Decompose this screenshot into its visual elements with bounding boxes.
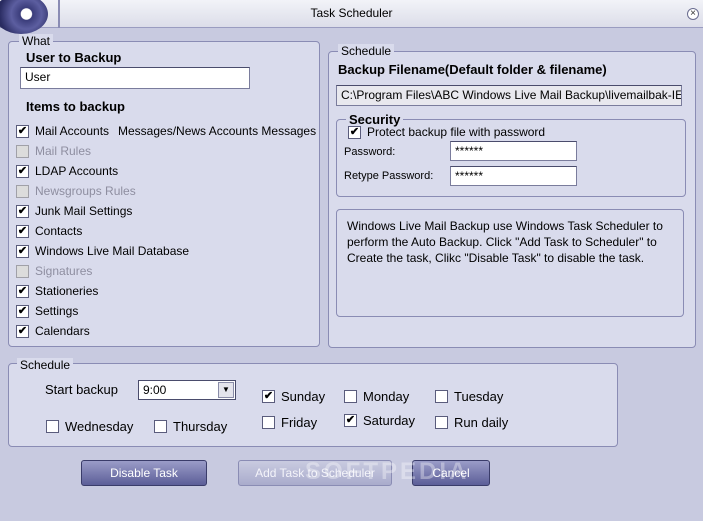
watermark: SOFTPEDIA [305, 458, 470, 485]
title-bar: Task Scheduler × [0, 0, 703, 34]
item-label: Signatures [35, 264, 93, 278]
item-checkbox[interactable]: ✔ [16, 205, 29, 218]
chevron-down-icon[interactable]: ▼ [218, 382, 234, 398]
schedule-legend: Schedule [338, 44, 395, 58]
start-time-select[interactable]: 9:00 ▼ [138, 380, 236, 400]
item-label: Settings [35, 304, 79, 318]
item-label: Stationeries [35, 284, 99, 298]
retype-input[interactable]: ****** [450, 166, 577, 186]
item-checkbox[interactable]: ✔ [16, 285, 29, 298]
day-checkbox[interactable] [435, 390, 448, 403]
start-time-value: 9:00 [143, 383, 167, 397]
window-title: Task Scheduler [310, 6, 393, 20]
item-checkbox [16, 265, 29, 278]
password-input[interactable]: ****** [450, 141, 577, 161]
item-checkbox[interactable]: ✔ [16, 305, 29, 318]
item-checkbox [16, 145, 29, 158]
item-checkbox[interactable]: ✔ [16, 225, 29, 238]
item-checkbox[interactable]: ✔ [16, 245, 29, 258]
day-label: Thursday [173, 419, 228, 434]
day-label: Friday [281, 415, 318, 430]
day-checkbox[interactable] [46, 420, 59, 433]
item-label: Calendars [35, 324, 90, 338]
item-label: Windows Live Mail Database [35, 244, 190, 258]
item-label: Mail Accounts [35, 124, 110, 138]
user-input[interactable]: User [20, 67, 250, 89]
day-checkbox[interactable]: ✔ [262, 390, 275, 403]
what-legend: What [19, 34, 54, 48]
filename-input[interactable]: C:\Program Files\ABC Windows Live Mail B… [336, 85, 682, 106]
disable-task-button[interactable]: Disable Task [81, 460, 207, 486]
close-icon[interactable]: × [687, 8, 699, 20]
items-label: Items to backup [26, 99, 125, 114]
day-label: Monday [363, 389, 410, 404]
info-text: Windows Live Mail Backup use Windows Tas… [336, 209, 684, 317]
item-checkbox[interactable]: ✔ [16, 165, 29, 178]
day-label: Tuesday [454, 389, 504, 404]
item-label: Newsgroups Rules [35, 184, 136, 198]
day-label: Saturday [363, 413, 416, 428]
day-checkbox[interactable] [154, 420, 167, 433]
item-checkbox [16, 185, 29, 198]
day-checkbox[interactable] [344, 390, 357, 403]
item-label: Junk Mail Settings [35, 204, 133, 218]
protect-checkbox[interactable]: ✔ [348, 126, 361, 139]
schedule-bottom-legend: Schedule [17, 358, 74, 372]
item-checkbox[interactable]: ✔ [16, 125, 29, 138]
start-backup-label: Start backup [45, 382, 118, 397]
day-checkbox[interactable] [262, 416, 275, 429]
item-label: LDAP Accounts [35, 164, 119, 178]
user-label: User to Backup [26, 50, 122, 65]
item-label: Mail Rules [35, 144, 92, 158]
day-label: Run daily [454, 415, 509, 430]
day-checkbox[interactable]: ✔ [344, 414, 357, 427]
day-checkbox[interactable] [435, 416, 448, 429]
password-label: Password: [344, 146, 396, 158]
schedule-bottom-panel [8, 363, 618, 447]
item-checkbox[interactable]: ✔ [16, 325, 29, 338]
day-label: Wednesday [65, 419, 134, 434]
protect-label: Protect backup file with password [367, 125, 546, 139]
filename-label: Backup Filename(Default folder & filenam… [338, 62, 607, 77]
item-label: Contacts [35, 224, 83, 238]
retype-label: Retype Password: [344, 170, 434, 182]
day-label: Sunday [281, 389, 326, 404]
mail-accounts-extra: Messages/News Accounts Messages [118, 124, 317, 138]
